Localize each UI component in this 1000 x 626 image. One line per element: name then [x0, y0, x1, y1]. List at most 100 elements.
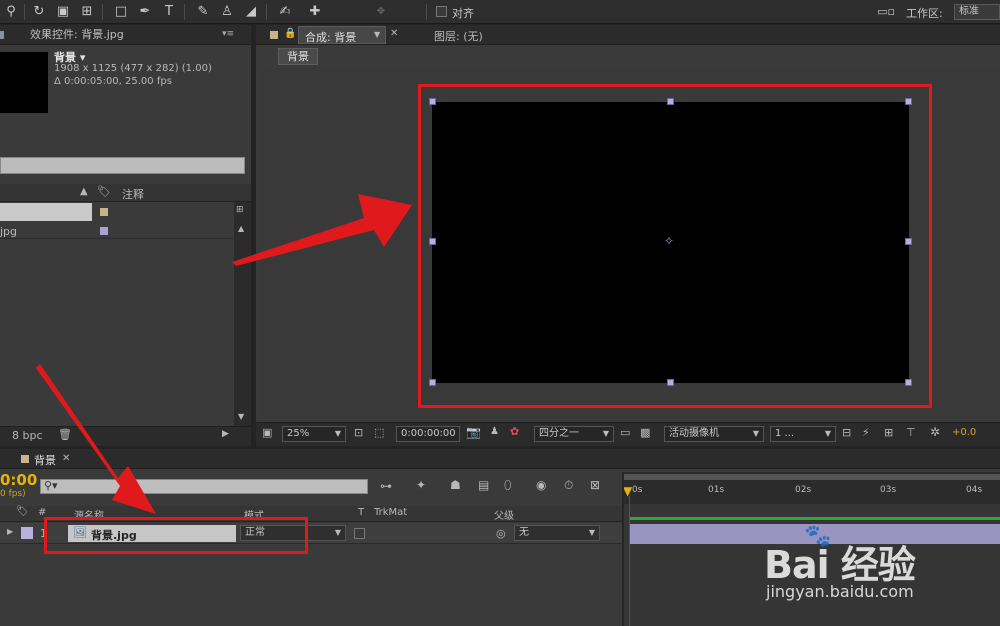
color-channels-icon[interactable]: ✿: [510, 425, 519, 438]
timeline-timecode[interactable]: 0:00: [0, 471, 37, 489]
graph-editor-icon[interactable]: ⊠: [590, 478, 600, 492]
layer-label-swatch[interactable]: [21, 527, 33, 539]
motion-blur-icon[interactable]: ⬯: [504, 478, 512, 493]
exposure-reset-icon[interactable]: ✲: [930, 425, 940, 439]
timeline-search-input[interactable]: [40, 479, 368, 494]
align-checkbox[interactable]: [436, 6, 447, 17]
mask-toggle-icon[interactable]: ⬚: [374, 426, 384, 439]
auto-keyframe-icon[interactable]: ⏱: [564, 478, 573, 493]
ruler-label: 02s: [795, 485, 812, 495]
comment-column-header[interactable]: 注释: [122, 186, 144, 202]
label-tag-icon[interactable]: 🏷: [97, 185, 111, 198]
scroll-right-icon[interactable]: ▶: [222, 429, 229, 439]
flowchart-icon[interactable]: ⊞: [236, 205, 244, 215]
pen-tool-icon[interactable]: ✒: [136, 3, 154, 21]
parent-select[interactable]: 无 ▼: [514, 525, 600, 541]
transparency-grid-icon[interactable]: ▩: [640, 426, 650, 439]
tab-timeline[interactable]: 背景: [34, 452, 56, 468]
rectangle-tool-icon[interactable]: □: [112, 3, 130, 21]
close-tab-icon[interactable]: ✕: [390, 28, 398, 39]
panel-menu-icon[interactable]: ▾≡: [222, 29, 234, 39]
zoom-tool-icon[interactable]: ⚲: [2, 3, 20, 21]
mini-flowchart-icon[interactable]: ⊶: [380, 479, 392, 493]
list-divider: [0, 238, 233, 239]
parent-value: 无: [519, 527, 529, 538]
lock-icon[interactable]: 🔒: [284, 28, 296, 39]
annotation-box-layer: [44, 517, 308, 554]
panel-color-swatch: [0, 31, 4, 39]
trash-icon[interactable]: 🗑: [58, 428, 72, 441]
axis-mode-icon: ✥ ● ▫: [376, 6, 386, 53]
shy-layers-icon[interactable]: ☗: [450, 478, 461, 492]
timeline-color-swatch: [21, 455, 29, 463]
tab-effect-controls[interactable]: 效果控件: 背景.jpg: [24, 25, 130, 45]
rotate-tool-icon[interactable]: ↻: [30, 3, 48, 21]
scroll-up-icon[interactable]: ▲: [238, 224, 244, 233]
zoom-select[interactable]: 25% ▼: [282, 426, 346, 442]
column-t: T: [358, 507, 365, 518]
pick-whip-icon[interactable]: ◎: [496, 527, 506, 540]
region-of-interest-icon[interactable]: ▭: [620, 426, 630, 439]
ruler-label: 01s: [708, 485, 725, 495]
bpc-button[interactable]: 8 bpc: [12, 429, 43, 442]
workspace-toggle-icon[interactable]: ▭▫: [874, 3, 898, 21]
views-select[interactable]: 1 ... ▼: [770, 426, 836, 442]
list-item-selected[interactable]: [0, 203, 92, 221]
timeline-icon[interactable]: ⊞: [884, 426, 893, 439]
playhead-line[interactable]: [629, 496, 630, 626]
search-icon: ⚲▾: [44, 479, 58, 492]
ruler-label: 04s: [966, 485, 983, 495]
list-item-2[interactable]: jpg: [0, 225, 17, 238]
safe-margins-icon[interactable]: ⊡: [354, 426, 363, 439]
work-area-bar[interactable]: [624, 474, 1000, 480]
clone-stamp-tool-icon[interactable]: ♙: [218, 3, 236, 21]
toolbar-divider: [426, 4, 427, 20]
always-preview-icon[interactable]: ▣: [262, 426, 272, 439]
sort-arrow-icon[interactable]: ▲: [80, 186, 88, 197]
expand-arrow-icon[interactable]: ▶: [7, 527, 13, 536]
camera-tool-icon[interactable]: ▣: [54, 3, 72, 21]
show-snapshot-icon[interactable]: ♟: [490, 426, 499, 437]
camera-select[interactable]: 活动摄像机 ▼: [664, 426, 764, 442]
comp-color-swatch: [270, 31, 278, 39]
work-area-line: [630, 517, 1000, 520]
column-parent[interactable]: 父级: [494, 507, 514, 522]
camera-value: 活动摄像机: [669, 428, 719, 439]
puppet-pin-tool-icon[interactable]: ✚: [306, 3, 324, 21]
eraser-tool-icon[interactable]: ◢: [242, 3, 260, 21]
preserve-transparency-checkbox[interactable]: [354, 528, 365, 539]
flowchart-view-icon[interactable]: ⊤: [906, 426, 916, 439]
brainstorm-icon[interactable]: ◉: [536, 478, 546, 492]
frame-blending-icon[interactable]: ▤: [478, 478, 489, 492]
project-scrollbar[interactable]: [234, 202, 251, 426]
column-trkmat[interactable]: TrkMat: [374, 507, 407, 518]
workspace-select[interactable]: 标准: [954, 4, 1000, 20]
resolution-select[interactable]: 四分之一 ▼: [534, 426, 614, 442]
snapshot-icon[interactable]: 📷: [466, 425, 481, 439]
pixel-aspect-icon[interactable]: ⊟: [842, 426, 851, 439]
watermark-brand: Bai 经验: [764, 543, 916, 587]
close-tab-icon[interactable]: ✕: [62, 453, 70, 464]
fast-preview-icon[interactable]: ⚡: [862, 426, 870, 439]
label-column-icon[interactable]: 🏷: [16, 506, 29, 517]
chevron-down-icon[interactable]: ▼: [374, 30, 380, 39]
tools-toolbar: ⚲ ↻ ▣ ⊞ □ ✒ T ✎ ♙ ◢ ✍ ✚ ✥ ● ▫ 对齐 ▭▫ 工作区:…: [0, 0, 1000, 53]
tab-layer[interactable]: 图层: (无): [434, 28, 483, 44]
comp-breadcrumb[interactable]: 背景: [278, 48, 318, 65]
timeline-tabbar: [0, 449, 1000, 469]
scroll-down-icon[interactable]: ▼: [238, 412, 244, 421]
text-tool-icon[interactable]: T: [160, 3, 178, 21]
playhead-handle-icon[interactable]: ▼: [623, 484, 632, 498]
current-time-field[interactable]: 0:00:00:00: [396, 426, 460, 442]
exposure-value[interactable]: +0.0: [952, 427, 976, 438]
pan-behind-tool-icon[interactable]: ⊞: [78, 3, 96, 21]
brush-tool-icon[interactable]: ✎: [194, 3, 212, 21]
zoom-value: 25%: [287, 428, 310, 439]
roto-brush-tool-icon[interactable]: ✍: [276, 3, 294, 21]
timeline-divider[interactable]: [622, 472, 624, 626]
label-color-swatch[interactable]: [100, 208, 108, 216]
ruler-label: 0s: [632, 485, 643, 495]
label-color-swatch[interactable]: [100, 227, 108, 235]
project-search-input[interactable]: [0, 157, 245, 174]
live-update-icon[interactable]: ✦: [416, 478, 426, 492]
